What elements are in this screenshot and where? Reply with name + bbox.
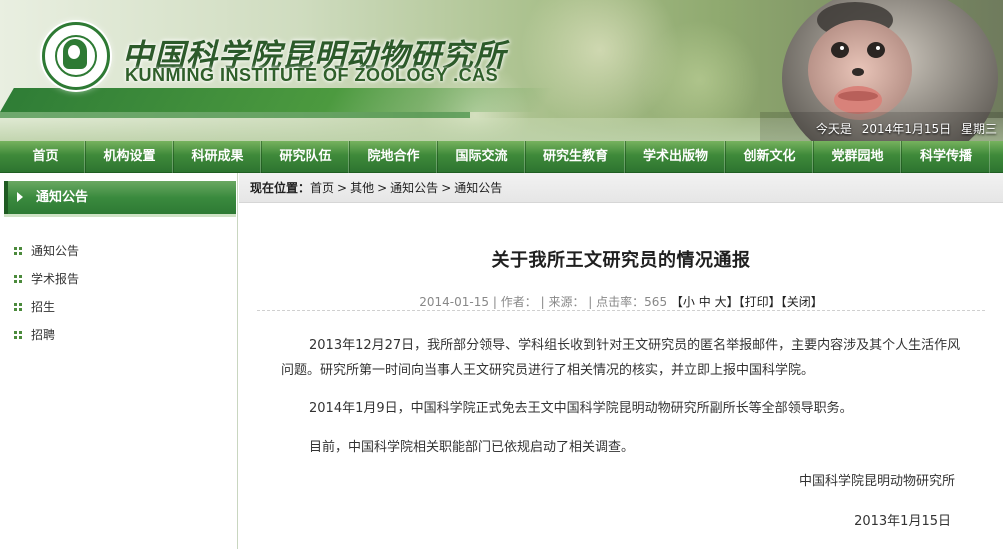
meta-author-label: 作者：: [500, 295, 537, 309]
close-button[interactable]: 关闭: [787, 295, 811, 309]
print-button[interactable]: 打印: [745, 295, 769, 309]
breadcrumb-link-notices-current[interactable]: 通知公告: [454, 181, 502, 195]
site-title-en: KUNMING INSTITUTE OF ZOOLOGY .CAS: [125, 65, 499, 85]
sidebar-title: 通知公告: [36, 190, 89, 205]
current-date: 今天是 2014年1月15日 星期三: [810, 120, 997, 137]
meta-divider: |: [588, 295, 593, 309]
article-paragraph: 2013年12月27日，我所部分领导、学科组长收到针对王文研究员的匿名举报邮件，…: [281, 338, 961, 378]
nav-item-research-team[interactable]: 研究队伍: [262, 141, 350, 173]
sidebar-item-recruitment[interactable]: 招聘: [14, 321, 79, 349]
sidebar-list: 通知公告 学术报告 招生 招聘: [14, 237, 79, 349]
nav-item-organization[interactable]: 机构设置: [86, 141, 174, 173]
article-paragraph: 2014年1月9日，中国科学院正式免去王文中国科学院昆明动物研究所副所长等全部领…: [309, 401, 853, 416]
bullet-grid-icon: [14, 303, 22, 311]
nav-item-culture[interactable]: 创新文化: [726, 141, 814, 173]
sidebar-item-label: 通知公告: [31, 243, 80, 258]
nav-item-party[interactable]: 党群园地: [814, 141, 902, 173]
header-banner: 中国科学院昆明动物研究所 KUNMING INSTITUTE OF ZOOLOG…: [0, 0, 1003, 141]
nav-item-graduate-education[interactable]: 研究生教育: [526, 141, 626, 173]
sidebar-item-label: 学术报告: [31, 271, 80, 286]
meta-divider: |: [492, 295, 497, 309]
banner-green-band: [0, 88, 554, 112]
sidebar-header-underline: [4, 214, 236, 217]
meta-source-label: 来源：: [548, 295, 585, 309]
meta-divider: |: [540, 295, 545, 309]
sidebar-item-admissions[interactable]: 招生: [14, 293, 79, 321]
font-size-controls: 【小 中 大】: [670, 295, 739, 309]
nav-item-international[interactable]: 国际交流: [438, 141, 526, 173]
close-control: 【关闭】: [780, 295, 823, 309]
bullet-grid-icon: [14, 247, 22, 255]
nav-item-science-communication[interactable]: 科学传播: [902, 141, 990, 173]
sidebar: 通知公告 通知公告 学术报告 招生 招聘: [0, 173, 238, 549]
sidebar-header[interactable]: 通知公告: [4, 181, 236, 214]
meta-divider-line: [257, 310, 985, 311]
date-prefix: 今天是: [815, 122, 852, 136]
breadcrumb-link-notices[interactable]: 通知公告: [390, 181, 438, 195]
article-body: 2013年12月27日，我所部分领导、学科组长收到针对王文研究员的匿名举报邮件，…: [281, 333, 961, 474]
sidebar-item-label: 招生: [31, 299, 56, 314]
sidebar-item-notices[interactable]: 通知公告: [14, 237, 79, 265]
article-paragraph: 目前，中国科学院相关职能部门已依规启动了相关调查。: [309, 440, 635, 455]
institute-seal-icon[interactable]: [42, 22, 110, 90]
date-value: 2014年1月15日: [861, 122, 952, 136]
main-nav: 首页 机构设置 科研成果 研究队伍 院地合作 国际交流 研究生教育 学术出版物 …: [0, 141, 1003, 173]
sidebar-item-seminars[interactable]: 学术报告: [14, 265, 79, 293]
breadcrumb-bar: 现在位置：首页 > 其他 > 通知公告 > 通知公告: [239, 173, 1003, 203]
sidebar-item-label: 招聘: [31, 327, 56, 342]
font-medium-button[interactable]: 中: [699, 295, 711, 309]
article-signature: 中国科学院昆明动物研究所: [798, 474, 955, 489]
breadcrumb-link-other[interactable]: 其他: [350, 181, 374, 195]
meta-date: 2014-01-15: [419, 295, 490, 309]
bullet-grid-icon: [14, 331, 22, 339]
breadcrumb-link-home[interactable]: 首页: [310, 181, 334, 195]
nav-item-research-results[interactable]: 科研成果: [174, 141, 262, 173]
meta-hits: 565: [644, 295, 668, 309]
bullet-grid-icon: [14, 275, 22, 283]
meta-hits-label: 点击率：: [596, 295, 645, 309]
breadcrumb-separator: >: [377, 181, 388, 195]
font-large-button[interactable]: 大: [715, 295, 727, 309]
breadcrumb: 现在位置：首页 > 其他 > 通知公告 > 通知公告: [250, 173, 502, 203]
breadcrumb-prefix: 现在位置：: [250, 181, 311, 195]
weekday-value: 星期三: [960, 122, 997, 136]
article-meta: 2014-01-15 | 作者： | 来源： | 点击率：565 【小 中 大】…: [239, 293, 1003, 310]
breadcrumb-separator: >: [441, 181, 452, 195]
nav-item-publications[interactable]: 学术出版物: [626, 141, 726, 173]
nav-item-home[interactable]: 首页: [6, 141, 86, 173]
font-small-button[interactable]: 小: [683, 295, 695, 309]
nav-item-cooperation[interactable]: 院地合作: [350, 141, 438, 173]
article-title: 关于我所王文研究员的情况通报: [491, 250, 751, 271]
caret-right-icon: [17, 192, 23, 202]
seal-mark-center: [68, 45, 80, 59]
print-control: 【打印】: [738, 295, 781, 309]
breadcrumb-separator: >: [337, 181, 348, 195]
article-signature-date: 2013年1月15日: [854, 514, 951, 529]
main-content: 现在位置：首页 > 其他 > 通知公告 > 通知公告 关于我所王文研究员的情况通报 2014…: [239, 173, 1003, 549]
